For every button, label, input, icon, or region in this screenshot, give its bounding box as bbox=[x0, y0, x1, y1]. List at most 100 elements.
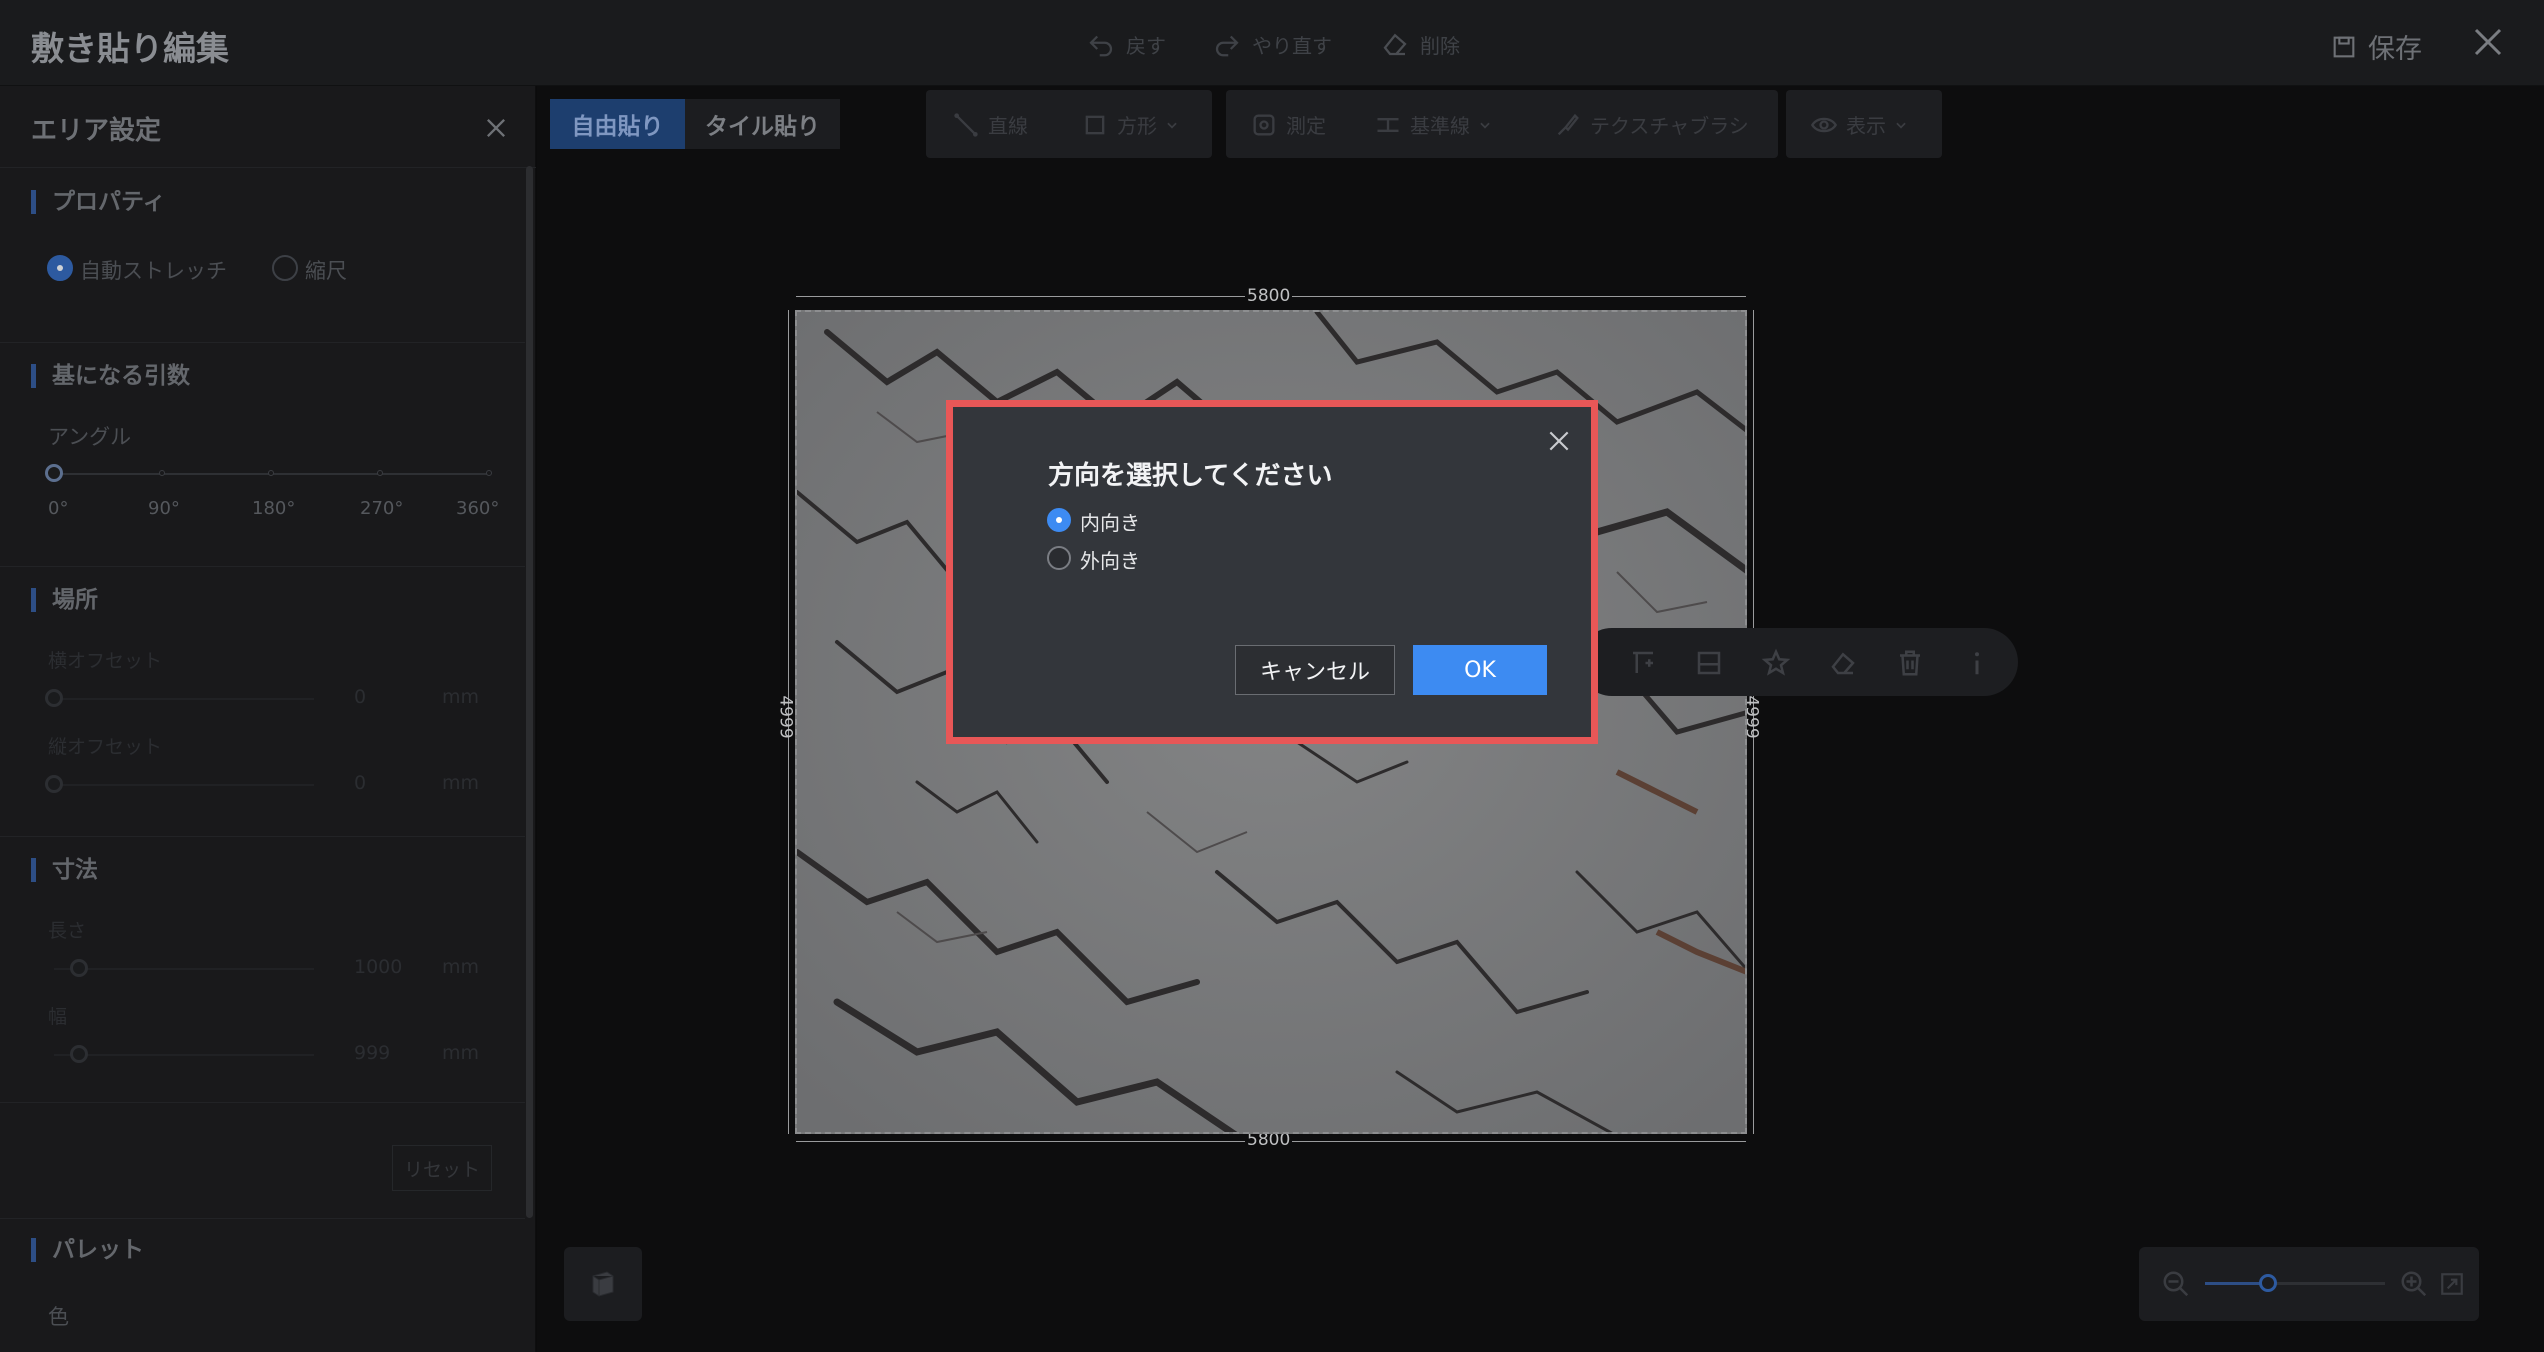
angle-slider-knob[interactable] bbox=[45, 464, 63, 482]
close-window-icon[interactable] bbox=[2470, 24, 2506, 60]
v-offset-value[interactable]: 0 bbox=[354, 772, 366, 794]
app-window: 敷き貼り編集 戻す やり直す 削除 保存 エリア設定 プロパティ 自動ストレッチ bbox=[0, 0, 2544, 1352]
radio-outward[interactable] bbox=[1047, 546, 1071, 570]
eraser-icon bbox=[1383, 33, 1407, 56]
radio-auto-stretch[interactable] bbox=[47, 255, 73, 281]
chevron-down-icon bbox=[1896, 122, 1906, 129]
divider bbox=[0, 566, 525, 567]
measure-tool-button[interactable]: 測定 bbox=[1250, 110, 1326, 139]
divider bbox=[0, 836, 525, 837]
zoom-slider-knob[interactable] bbox=[2259, 1274, 2277, 1292]
chevron-down-icon bbox=[1480, 122, 1490, 129]
delete-button[interactable]: 削除 bbox=[1380, 28, 1460, 60]
panel-header: エリア設定 bbox=[0, 86, 536, 168]
width-unit: mm bbox=[442, 1042, 480, 1064]
save-icon bbox=[2333, 36, 2355, 57]
view-label: 表示 bbox=[1846, 114, 1886, 138]
section-title-properties: プロパティ bbox=[31, 190, 166, 214]
panel-scrollbar[interactable] bbox=[526, 166, 533, 1218]
h-offset-knob[interactable] bbox=[45, 689, 63, 707]
cube-icon bbox=[592, 1271, 614, 1297]
star-icon[interactable] bbox=[1761, 648, 1791, 678]
view-button[interactable]: 表示 bbox=[1810, 110, 1908, 139]
texture-brush-button[interactable]: テクスチャブラシ bbox=[1554, 110, 1749, 139]
cancel-button[interactable]: キャンセル bbox=[1235, 645, 1395, 695]
app-title: 敷き貼り編集 bbox=[31, 29, 229, 68]
h-offset-unit: mm bbox=[442, 686, 480, 708]
section-title-palette: パレット bbox=[31, 1238, 144, 1262]
tab-free-placement[interactable]: 自由貼り bbox=[550, 99, 685, 149]
area-settings-panel: エリア設定 プロパティ 自動ストレッチ 縮尺 基になる引数 アングル 0° 90… bbox=[0, 86, 536, 1352]
rect-icon bbox=[1085, 115, 1105, 134]
save-label: 保存 bbox=[2368, 34, 2422, 65]
rect-tool-label: 方形 bbox=[1117, 114, 1157, 138]
section-title-base-params: 基になる引数 bbox=[31, 364, 190, 388]
info-icon[interactable] bbox=[1962, 648, 1992, 678]
zoom-in-icon[interactable] bbox=[2399, 1269, 2429, 1299]
ok-button[interactable]: OK bbox=[1413, 645, 1547, 695]
tab-tile-placement[interactable]: タイル貼り bbox=[685, 99, 840, 149]
reset-button[interactable]: リセット bbox=[392, 1145, 492, 1191]
line-tool-button[interactable]: 直線 bbox=[952, 110, 1028, 139]
undo-button[interactable]: 戻す bbox=[1086, 28, 1166, 60]
angle-tick bbox=[268, 470, 274, 476]
angle-label: アングル bbox=[48, 425, 132, 449]
width-label: 幅 bbox=[48, 1006, 68, 1028]
width-knob[interactable] bbox=[70, 1045, 88, 1063]
save-button[interactable]: 保存 bbox=[2330, 27, 2422, 66]
length-label: 長さ bbox=[48, 920, 87, 942]
h-offset-label: 横オフセット bbox=[48, 650, 163, 672]
close-panel-icon[interactable] bbox=[482, 114, 510, 142]
width-value[interactable]: 999 bbox=[354, 1042, 390, 1064]
angle-tick-label: 270° bbox=[360, 498, 404, 519]
angle-tick-label: 360° bbox=[456, 498, 500, 519]
measure-tools-group: 測定 基準線 テクスチャブラシ bbox=[1226, 90, 1778, 158]
measure-icon bbox=[1253, 114, 1275, 135]
zoom-slider-track[interactable] bbox=[2205, 1274, 2385, 1292]
eraser-icon[interactable] bbox=[1828, 648, 1858, 678]
add-area-icon[interactable] bbox=[1628, 648, 1658, 678]
v-offset-slider[interactable] bbox=[54, 784, 314, 786]
radio-inward[interactable] bbox=[1047, 508, 1071, 532]
split-icon[interactable] bbox=[1694, 648, 1724, 678]
width-slider[interactable] bbox=[54, 1054, 314, 1056]
length-slider[interactable] bbox=[54, 968, 314, 970]
divider bbox=[0, 1218, 525, 1219]
dialog-title: 方向を選択してください bbox=[1048, 461, 1333, 491]
title-bar: 敷き貼り編集 戻す やり直す 削除 保存 bbox=[0, 0, 2544, 86]
3d-view-button[interactable] bbox=[564, 1247, 642, 1321]
section-title-dimensions: 寸法 bbox=[31, 858, 98, 882]
delete-label: 削除 bbox=[1420, 33, 1460, 58]
angle-tick bbox=[486, 470, 492, 476]
angle-tick bbox=[377, 470, 383, 476]
guide-line-button[interactable]: 基準線 bbox=[1374, 110, 1492, 139]
redo-button[interactable]: やり直す bbox=[1212, 28, 1332, 60]
guide-line-label: 基準線 bbox=[1410, 114, 1470, 138]
zoom-out-icon[interactable] bbox=[2161, 1269, 2191, 1299]
section-title-location: 場所 bbox=[31, 588, 98, 612]
close-icon[interactable] bbox=[1546, 428, 1572, 454]
h-offset-slider[interactable] bbox=[54, 698, 314, 700]
v-offset-unit: mm bbox=[442, 772, 480, 794]
line-icon bbox=[954, 112, 978, 137]
redo-icon bbox=[1215, 35, 1239, 57]
h-offset-value[interactable]: 0 bbox=[354, 686, 366, 708]
length-value[interactable]: 1000 bbox=[354, 956, 402, 978]
divider bbox=[0, 1102, 525, 1103]
v-offset-knob[interactable] bbox=[45, 775, 63, 793]
angle-tick-label: 90° bbox=[148, 498, 180, 519]
length-knob[interactable] bbox=[70, 959, 88, 977]
fit-screen-icon[interactable] bbox=[2439, 1271, 2465, 1297]
panel-title: エリア設定 bbox=[31, 116, 162, 146]
redo-label: やり直す bbox=[1252, 33, 1332, 58]
option-inward-label[interactable]: 内向き bbox=[1080, 507, 1140, 536]
zoom-control bbox=[2139, 1247, 2479, 1321]
undo-label: 戻す bbox=[1126, 33, 1166, 58]
option-outward-label[interactable]: 外向き bbox=[1080, 545, 1140, 574]
rect-tool-button[interactable]: 方形 bbox=[1081, 110, 1179, 139]
option-scale-label: 縮尺 bbox=[305, 259, 347, 283]
radio-scale[interactable] bbox=[272, 255, 298, 281]
length-unit: mm bbox=[442, 956, 480, 978]
trash-icon[interactable] bbox=[1895, 648, 1925, 678]
draw-tools-group: 直線 方形 bbox=[926, 90, 1212, 158]
